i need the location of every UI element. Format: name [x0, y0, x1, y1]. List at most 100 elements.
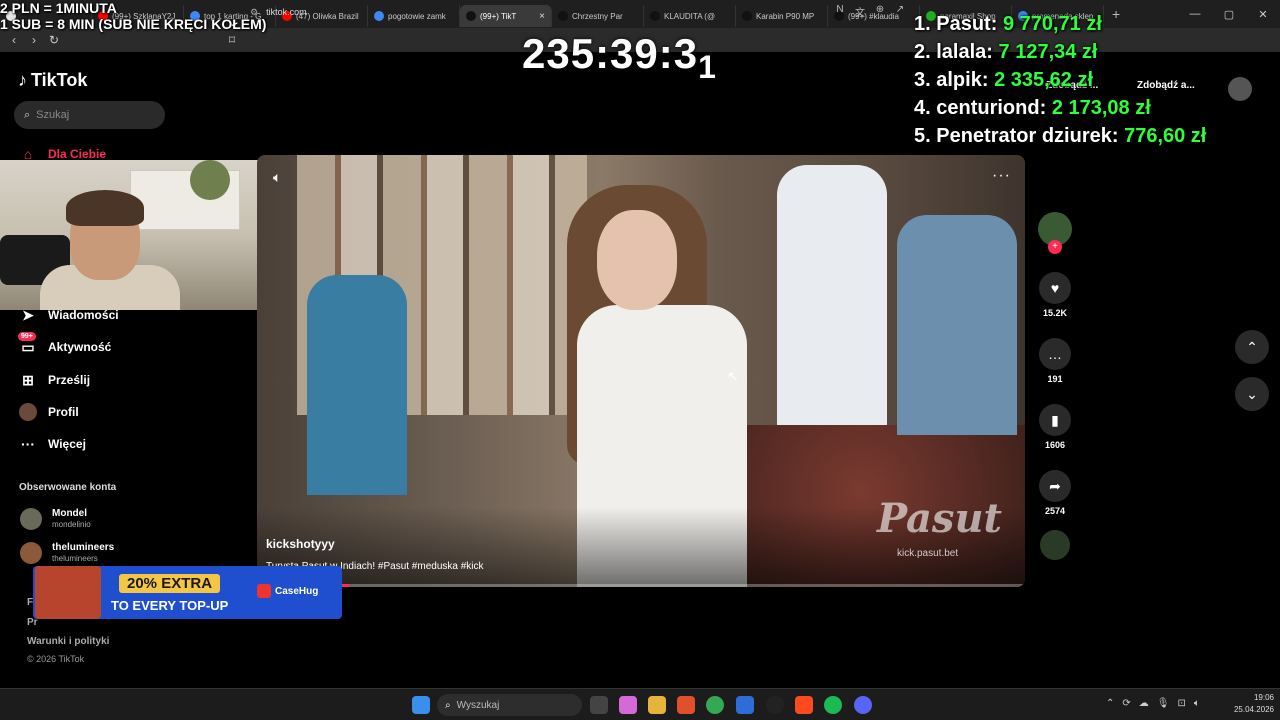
music-disc-icon[interactable]	[1040, 530, 1070, 560]
store-icon[interactable]	[736, 696, 754, 714]
webcam-feed	[0, 160, 268, 310]
video-progress-bar[interactable]	[257, 584, 1025, 587]
back-icon[interactable]: ‹	[4, 33, 24, 47]
sidebar-item-label: Prześlij	[48, 373, 91, 387]
sidebar-item-upload[interactable]: ⊞ Prześlij	[18, 371, 90, 389]
copyright: © 2026 TikTok	[27, 654, 85, 664]
copilot-icon[interactable]	[619, 696, 637, 714]
sidebar-item-profile[interactable]: Profil	[18, 403, 79, 421]
comment-action[interactable]: … 191	[1036, 338, 1074, 384]
video-watermark-url: kick.pasut.bet	[897, 548, 959, 559]
rule-line: 2 PLN = 1MINUTA	[0, 0, 117, 16]
network-icon[interactable]: ⊡	[1177, 698, 1185, 709]
leaderboard-amount: 2 173,08 zł	[1051, 97, 1151, 119]
subathon-timer: 235:39:31	[522, 30, 717, 85]
leaderboard-rank: 5.	[914, 125, 931, 147]
following-account[interactable]: Mondel mondelinio	[20, 508, 91, 530]
tiktok-note-icon: ♪	[18, 70, 27, 90]
sidebar-item-activity[interactable]: ▭ 99+ Aktywność	[18, 332, 111, 356]
taskbar-search[interactable]: ⌕ Wyszukaj	[437, 694, 582, 716]
webcam-plant	[190, 160, 230, 200]
cloud-icon[interactable]: ☁	[1139, 698, 1149, 709]
promo-banner[interactable]: 20% EXTRA TO EVERY TOP-UP CaseHug	[33, 566, 342, 619]
extension-icon[interactable]: N	[834, 4, 846, 18]
forward-icon[interactable]: ›	[24, 33, 44, 47]
avatar	[20, 542, 42, 564]
chevron-up-icon[interactable]: ⌃	[1106, 698, 1114, 709]
mic-icon[interactable]: 🎙︎	[1157, 698, 1170, 709]
upload-icon: ⊞	[22, 371, 34, 388]
bookmark-icon[interactable]: ▮	[1039, 404, 1071, 436]
windows-start-icon[interactable]	[412, 696, 430, 714]
search-placeholder: Szukaj	[36, 109, 70, 121]
leaderboard-name: Penetrator dziurek:	[936, 125, 1119, 147]
file-explorer-icon[interactable]	[648, 696, 666, 714]
like-action[interactable]: ♥ 15.2K	[1036, 272, 1074, 318]
sidebar-item-more[interactable]: ··· Więcej	[18, 435, 86, 453]
avatar	[20, 508, 42, 530]
translate-icon[interactable]: 文	[854, 4, 866, 19]
share-icon[interactable]: ↗	[894, 4, 906, 18]
previous-video-button[interactable]: ⌃	[1235, 330, 1269, 364]
sync-icon[interactable]: ⟳	[1122, 698, 1130, 709]
search-input[interactable]: ⌕ Szukaj	[14, 101, 165, 129]
leaderboard-amount: 776,60 zł	[1124, 125, 1207, 147]
bookmark-icon[interactable]: ⌑	[222, 33, 242, 47]
next-video-button[interactable]: ⌄	[1235, 377, 1269, 411]
account-name: thelumineers	[52, 542, 115, 553]
heart-icon[interactable]: ♥	[1039, 272, 1071, 304]
discord-icon[interactable]	[854, 696, 872, 714]
clock-date: 25.04.2026	[1233, 705, 1274, 714]
more-icon: ···	[21, 436, 35, 452]
chevron-up-icon: ⌃	[1246, 338, 1258, 355]
creator-avatar[interactable]: +	[1038, 212, 1072, 254]
volume-icon[interactable]: 🔈︎	[1194, 698, 1200, 709]
video-person	[777, 165, 887, 425]
brave-icon[interactable]	[677, 696, 695, 714]
clock-time: 19:06	[1253, 693, 1274, 702]
leaderboard-rank: 3.	[914, 69, 931, 91]
leaderboard-row: 3. alpik: 2 335,62 zł	[914, 66, 1206, 94]
account-name: Mondel	[52, 508, 87, 519]
comment-count: 191	[1047, 374, 1063, 384]
clock[interactable]: 19:06 25.04.2026	[1234, 692, 1274, 716]
share-arrow-icon[interactable]: ➦	[1039, 470, 1071, 502]
reload-icon[interactable]: ↻	[44, 33, 64, 47]
task-view-icon[interactable]	[590, 696, 608, 714]
share-action[interactable]: ➦ 2574	[1036, 470, 1074, 516]
leaderboard-amount: 2 335,62 zł	[994, 69, 1094, 91]
leaderboard-rank: 2.	[914, 41, 931, 63]
leaderboard-amount: 9 770,71 zł	[1002, 13, 1102, 35]
tiktok-logo[interactable]: ♪ TikTok	[18, 70, 87, 91]
close-window-icon[interactable]: ✕	[1246, 8, 1280, 21]
zoom-icon[interactable]: ⊕	[874, 4, 886, 18]
more-options-icon[interactable]: ···	[992, 167, 1011, 185]
footer-terms-link[interactable]: Warunki i polityki	[27, 636, 109, 647]
following-account[interactable]: thelumineers thelumineers	[20, 542, 114, 564]
avatar[interactable]	[1228, 77, 1252, 101]
mouse-cursor-icon: ↖	[727, 368, 739, 384]
chrome-icon[interactable]	[706, 696, 724, 714]
follow-plus-icon[interactable]: +	[1048, 240, 1062, 254]
save-action[interactable]: ▮ 1606	[1036, 404, 1074, 450]
like-count: 15.2K	[1042, 308, 1068, 318]
obs-icon[interactable]	[766, 696, 784, 714]
leaderboard-amount: 7 127,34 zł	[998, 41, 1098, 63]
url-field[interactable]: ⚙ tiktok.com	[250, 3, 830, 21]
rule-line: 1 SUB = 8 MIN (SUB NIE KRĘCI KOŁEM)	[0, 16, 267, 32]
volume-icon[interactable]: 🔈︎	[273, 169, 281, 186]
video-username[interactable]: kickshotyyy	[266, 537, 335, 551]
leaderboard-name: centuriond:	[936, 97, 1047, 119]
video-player[interactable]: 🔈︎ ··· Pasut kick.pasut.bet kickshotyyy …	[257, 155, 1025, 587]
search-icon: ⌕	[24, 108, 31, 121]
account-handle: mondelinio	[52, 520, 91, 529]
comment-icon[interactable]: …	[1039, 338, 1071, 370]
taskbar: ⌕ Wyszukaj ⌃ ⟳ ☁ 🎙︎ ⊡ 🔈︎ 19:06 25.04.202…	[0, 688, 1280, 720]
video-actions: + ♥ 15.2K … 191 ▮ 1606 ➦ 2574	[1036, 212, 1074, 560]
search-icon: ⌕	[445, 699, 451, 711]
leaderboard-name: alpik:	[936, 69, 989, 91]
promo-brand: CaseHug	[275, 586, 319, 597]
maximize-icon[interactable]: ▢	[1212, 8, 1246, 21]
spotify-icon[interactable]	[824, 696, 842, 714]
brave-active-icon[interactable]	[795, 696, 813, 714]
